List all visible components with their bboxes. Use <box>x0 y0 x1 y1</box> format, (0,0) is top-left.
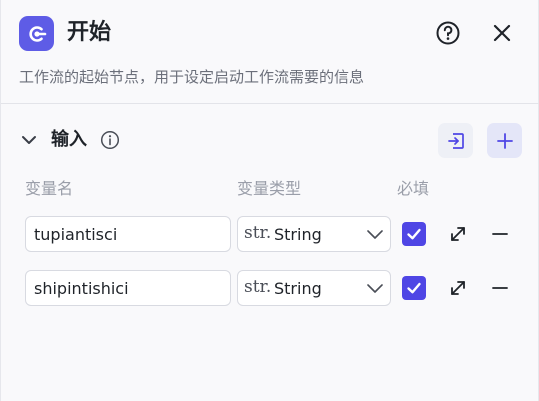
check-icon <box>407 282 421 294</box>
type-label: String <box>274 279 322 298</box>
start-node-panel: 开始 工作流的起始节点，用于设定启动工作流需要的信息 输入 变量名 变量类型 必… <box>0 0 539 401</box>
help-circle-icon[interactable] <box>435 20 461 46</box>
expand-icon[interactable] <box>447 277 469 299</box>
type-label: String <box>274 225 322 244</box>
variable-type-select[interactable]: str. String <box>237 216 391 252</box>
required-checkbox[interactable] <box>402 222 426 246</box>
minus-icon[interactable] <box>489 223 511 245</box>
close-icon[interactable] <box>489 20 515 46</box>
chevron-down-icon <box>367 230 383 239</box>
minus-icon[interactable] <box>489 277 511 299</box>
variable-row: str. String <box>1 270 539 308</box>
chevron-down-icon <box>367 284 383 293</box>
type-prefix: str. <box>244 277 272 297</box>
column-header-type: 变量类型 <box>237 179 302 198</box>
import-button[interactable] <box>438 123 473 158</box>
variable-name-input[interactable] <box>25 270 231 306</box>
variable-name-input[interactable] <box>25 216 231 252</box>
node-start-icon <box>19 16 54 51</box>
plus-icon <box>496 132 513 149</box>
add-variable-button[interactable] <box>487 123 522 158</box>
expand-icon[interactable] <box>447 223 469 245</box>
check-icon <box>407 228 421 240</box>
variable-type-select[interactable]: str. String <box>237 270 391 306</box>
column-header-required: 必填 <box>397 179 430 198</box>
info-icon[interactable] <box>100 130 120 150</box>
type-prefix: str. <box>244 223 272 243</box>
panel-header: 开始 工作流的起始节点，用于设定启动工作流需要的信息 <box>1 0 539 104</box>
chevron-down-icon[interactable] <box>19 130 39 150</box>
panel-title: 开始 <box>67 20 112 45</box>
variable-row: str. String <box>1 216 539 254</box>
required-checkbox[interactable] <box>402 276 426 300</box>
import-icon <box>447 132 464 149</box>
section-title: 输入 <box>51 129 87 150</box>
panel-description: 工作流的起始节点，用于设定启动工作流需要的信息 <box>19 68 365 86</box>
column-header-name: 变量名 <box>25 179 74 198</box>
